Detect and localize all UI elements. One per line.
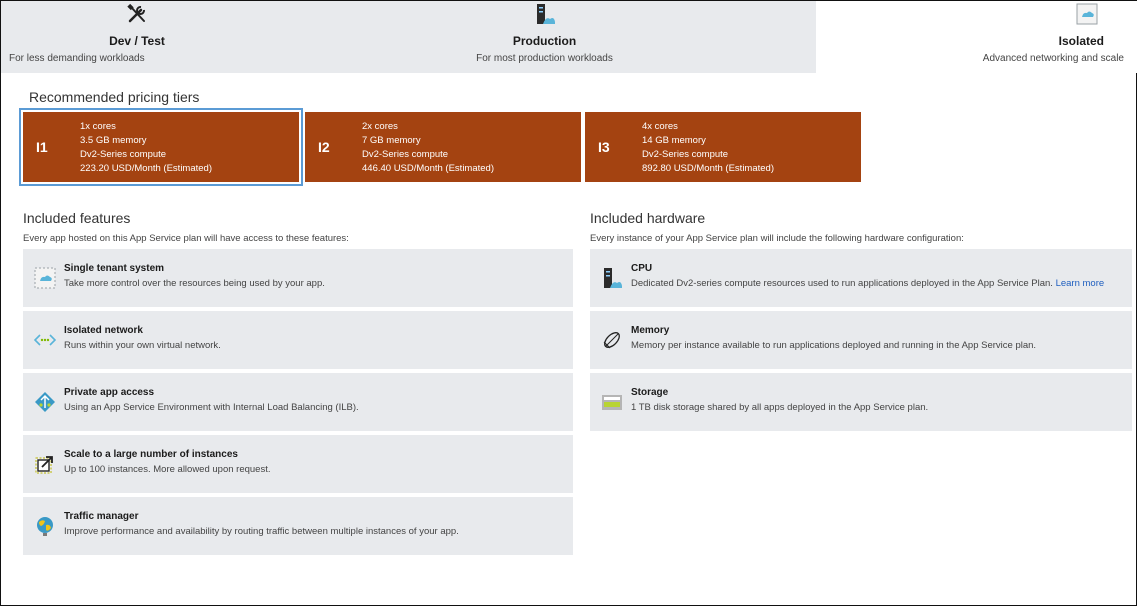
memory-icon <box>603 332 620 349</box>
feature-single-tenant: Single tenant system Take more control o… <box>23 249 573 307</box>
tier-compute: Dv2-Series compute <box>80 149 167 160</box>
feature-isolated-network: Isolated network Runs within your own vi… <box>23 311 573 369</box>
hardware-title: Storage <box>631 387 669 398</box>
cpu-server-icon <box>604 268 622 288</box>
tier-compute: Dv2-Series compute <box>362 149 449 160</box>
hardware-desc: 1 TB disk storage shared by all apps dep… <box>631 402 929 413</box>
tier-price: 892.80 USD/Month (Estimated) <box>642 163 775 174</box>
hardware-title: CPU <box>631 263 653 274</box>
tier-price: 446.40 USD/Month (Estimated) <box>362 163 495 174</box>
tier-memory: 3.5 GB memory <box>80 135 147 146</box>
tier-memory: 14 GB memory <box>642 135 706 146</box>
tier-price: 223.20 USD/Month (Estimated) <box>80 163 213 174</box>
hardware-subtitle: Every instance of your App Service plan … <box>590 233 964 244</box>
tab-isolated-desc: Advanced networking and scale <box>982 53 1124 64</box>
feature-scale-instances: Scale to a large number of instances Up … <box>23 435 573 493</box>
tier-cores: 2x cores <box>362 121 398 132</box>
single-tenant-icon <box>34 267 56 289</box>
tier-card-i3[interactable]: I3 4x cores 14 GB memory Dv2-Series comp… <box>585 112 861 182</box>
globe-icon <box>37 517 53 536</box>
hardware-memory: Memory Memory per instance available to … <box>590 311 1132 369</box>
tab-isolated[interactable]: Isolated Advanced networking and scale <box>816 1 1138 73</box>
feature-desc: Improve performance and availability by … <box>64 526 459 537</box>
feature-title: Single tenant system <box>64 263 165 274</box>
tab-dev-test[interactable]: Dev / Test For less demanding workloads <box>1 1 273 73</box>
tools-icon <box>127 3 145 23</box>
tier-code: I2 <box>318 139 330 155</box>
virtual-network-icon <box>34 334 56 346</box>
tier-code: I1 <box>36 139 48 155</box>
features-subtitle: Every app hosted on this App Service pla… <box>23 233 349 244</box>
tier-card-i1[interactable]: I1 1x cores 3.5 GB memory Dv2-Series com… <box>19 108 303 186</box>
tier-cores: 4x cores <box>642 121 678 132</box>
tier-card-i2[interactable]: I2 2x cores 7 GB memory Dv2-Series compu… <box>305 112 581 182</box>
load-balancer-icon <box>35 392 55 412</box>
tier-compute: Dv2-Series compute <box>642 149 729 160</box>
storage-icon <box>602 395 622 410</box>
tier-cores: 1x cores <box>80 121 116 132</box>
tab-dev-test-desc: For less demanding workloads <box>9 53 145 64</box>
feature-title: Traffic manager <box>64 511 139 522</box>
feature-private-app-access: Private app access Using an App Service … <box>23 373 573 431</box>
tier-category-tabs: Dev / Test For less demanding workloads … <box>1 1 1138 73</box>
hardware-desc: Dedicated Dv2-series compute resources u… <box>631 278 1104 289</box>
tier-memory: 7 GB memory <box>362 135 421 146</box>
hardware-section-title: Included hardware <box>590 210 706 226</box>
pricing-section-title: Recommended pricing tiers <box>29 89 200 105</box>
feature-desc: Using an App Service Environment with In… <box>64 402 359 413</box>
server-icon <box>536 4 555 24</box>
hardware-storage: Storage 1 TB disk storage shared by all … <box>590 373 1132 431</box>
tab-isolated-label: Isolated <box>1058 34 1104 48</box>
hardware-desc-text: Dedicated Dv2-series compute resources u… <box>631 278 1053 289</box>
tab-dev-test-label: Dev / Test <box>109 34 165 48</box>
hardware-title: Memory <box>631 325 670 336</box>
tab-production-desc: For most production workloads <box>476 53 613 64</box>
hardware-cpu: CPU Dedicated Dv2-series compute resourc… <box>590 249 1132 307</box>
tier-code: I3 <box>598 139 610 155</box>
feature-title: Private app access <box>64 387 155 398</box>
feature-desc: Runs within your own virtual network. <box>64 340 221 351</box>
features-section-title: Included features <box>23 210 131 226</box>
scale-icon <box>35 456 53 474</box>
tab-production-label: Production <box>512 34 577 48</box>
hardware-desc: Memory per instance available to run app… <box>631 340 1037 351</box>
learn-more-link[interactable]: Learn more <box>1056 278 1105 289</box>
tab-production[interactable]: Production For most production workloads <box>273 1 816 73</box>
isolated-icon <box>1076 3 1098 25</box>
feature-title: Isolated network <box>64 325 143 336</box>
feature-desc: Take more control over the resources bei… <box>64 278 325 289</box>
feature-title: Scale to a large number of instances <box>64 449 238 460</box>
feature-desc: Up to 100 instances. More allowed upon r… <box>64 464 271 475</box>
feature-traffic-manager: Traffic manager Improve performance and … <box>23 497 573 555</box>
